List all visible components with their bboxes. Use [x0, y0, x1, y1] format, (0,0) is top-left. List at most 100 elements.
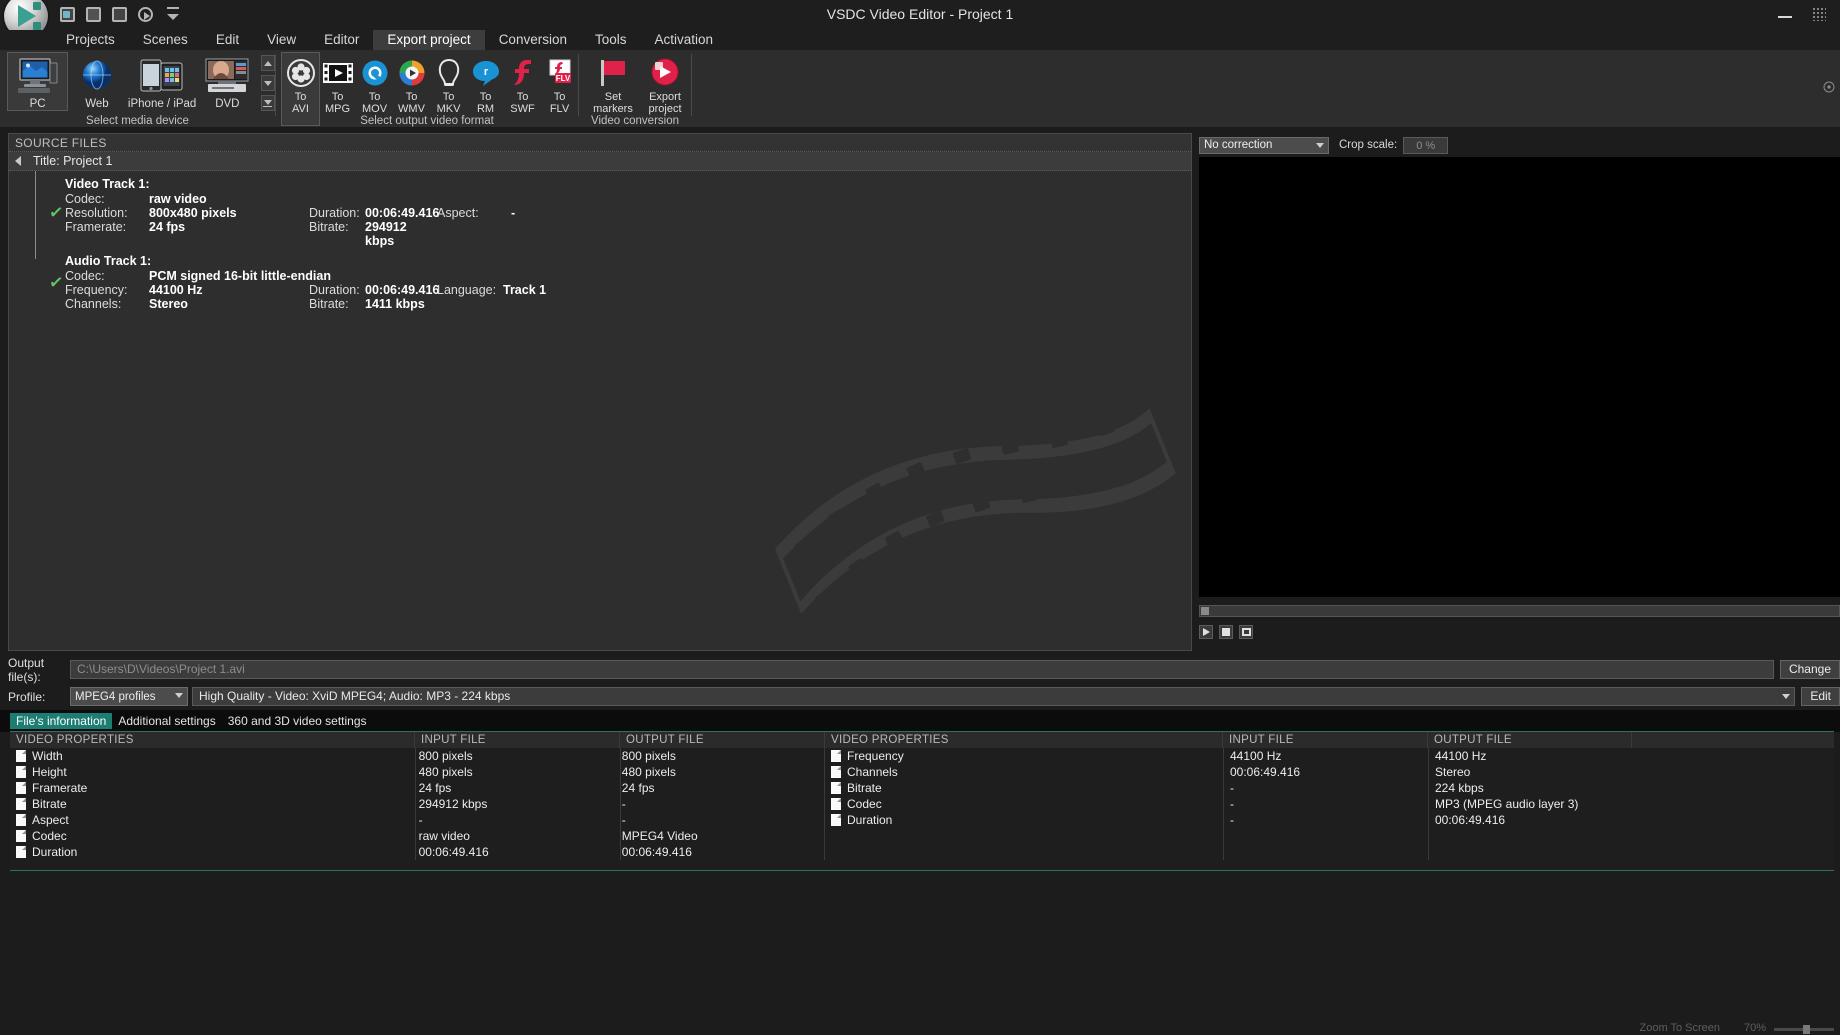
iphone-ipad-icon [127, 56, 198, 96]
profile-value-dropdown[interactable]: High Quality - Video: XviD MPEG4; Audio:… [192, 687, 1795, 706]
preview-timeline-slider[interactable] [1199, 605, 1840, 617]
app-menu-icon[interactable] [1812, 4, 1834, 24]
export-project-line1: Export [649, 91, 681, 103]
set-markers-line1: Set [605, 91, 622, 103]
media-device-group-label: Select media device [0, 115, 275, 127]
chevron-down-icon[interactable] [1779, 690, 1792, 703]
column-divider [1223, 748, 1224, 860]
svg-text:r: r [483, 66, 488, 78]
preview-stop-button[interactable] [1219, 625, 1233, 639]
row-input: 00:06:49.416 [419, 845, 622, 859]
table-row[interactable]: Framerate 24 fps 24 fps [10, 780, 825, 796]
save-project-icon[interactable] [112, 7, 129, 24]
audio-input-file-header: INPUT FILE [1223, 732, 1428, 748]
ribbon-tab-scenes[interactable]: Scenes [129, 30, 202, 50]
table-row[interactable]: Duration 00:06:49.416 00:06:49.416 [10, 844, 825, 860]
preview-timeline-thumb[interactable] [1201, 607, 1209, 615]
edit-profile-button[interactable]: Edit [1801, 687, 1840, 706]
preview-fullscreen-button[interactable] [1239, 625, 1253, 639]
ribbon-tab-projects[interactable]: Projects [52, 30, 129, 50]
ribbon-tab-export-project[interactable]: Export project [373, 30, 484, 50]
zoom-slider-knob[interactable] [1803, 1025, 1810, 1034]
chevron-down-icon[interactable] [1312, 138, 1327, 153]
crop-scale-value[interactable]: 0 % [1403, 137, 1448, 154]
tab-additional-settings[interactable]: Additional settings [112, 713, 221, 729]
table-row[interactable]: Aspect - - [10, 812, 825, 828]
ribbon-tab-view[interactable]: View [253, 30, 310, 50]
column-divider [620, 748, 621, 860]
minimize-button[interactable] [1774, 4, 1796, 24]
file-icon [16, 814, 26, 826]
mkv-icon [430, 55, 467, 91]
vsdc-video-editor-window: VSDC Video Editor - Project 1 Projects S… [0, 0, 1840, 1035]
table-row[interactable]: Bitrate 294912 kbps - [10, 796, 825, 812]
crop-scale-label: Crop scale: [1339, 139, 1397, 151]
source-files-panel: SOURCE FILES Title: Project 1 ✓ Video Tr… [8, 133, 1192, 651]
customize-toolbar-icon[interactable] [164, 7, 181, 24]
chevron-down-icon[interactable] [171, 688, 186, 703]
table-row[interactable]: Codec raw video MPEG4 Video [10, 828, 825, 844]
table-row[interactable]: Bitrate - 224 kbps [825, 780, 1832, 796]
row-property: Codec [32, 829, 419, 843]
device-web-button[interactable]: Web [67, 53, 126, 110]
format-to-mpg-line1: To [332, 91, 344, 103]
audio-codec-value: PCM signed 16-bit little-endian [149, 269, 331, 283]
ribbon-tab-edit[interactable]: Edit [202, 30, 253, 50]
video-track-checkmark-icon[interactable]: ✓ [35, 177, 65, 248]
profile-group-value: MPEG4 profiles [75, 691, 156, 703]
device-expand-button[interactable] [261, 95, 275, 111]
video-bitrate-key: Bitrate: [309, 220, 365, 248]
profile-group-dropdown[interactable]: MPEG4 profiles [70, 687, 188, 706]
preview-play-button[interactable] [1199, 625, 1213, 639]
change-output-button[interactable]: Change [1780, 660, 1840, 679]
preview-canvas[interactable] [1199, 157, 1840, 597]
device-dvd-button[interactable]: DVD [198, 53, 257, 110]
row-input: 480 pixels [419, 765, 622, 779]
table-row[interactable]: Channels 00:06:49.416 Stereo [825, 764, 1832, 780]
set-markers-button[interactable]: Set markers [587, 53, 639, 115]
ribbon-tab-editor[interactable]: Editor [310, 30, 373, 50]
device-scroll-up-button[interactable] [261, 55, 275, 71]
ribbon-tab-conversion[interactable]: Conversion [485, 30, 581, 50]
video-duration-value: 00:06:49.416 [365, 206, 437, 220]
audio-track-checkmark-icon[interactable]: ✓ [35, 254, 65, 311]
export-project-icon [639, 53, 691, 91]
video-codec-value: raw video [149, 192, 309, 206]
open-project-icon[interactable] [86, 7, 103, 24]
table-row[interactable]: Height 480 pixels 480 pixels [10, 764, 825, 780]
chevron-right-icon[interactable] [15, 156, 21, 166]
video-aspect-value: - [493, 206, 515, 220]
row-property: Height [32, 765, 419, 779]
source-files-project-row[interactable]: Title: Project 1 [9, 152, 1191, 171]
profile-row: Profile: MPEG4 profiles High Quality - V… [8, 687, 1840, 706]
audio-bitrate-value: 1411 kbps [365, 297, 437, 311]
device-scroll-down-button[interactable] [261, 75, 275, 91]
window-title: VSDC Video Editor - Project 1 [0, 6, 1840, 22]
ribbon-tab-tools[interactable]: Tools [581, 30, 641, 50]
new-project-icon[interactable] [60, 7, 77, 24]
export-project-button[interactable]: Export project [639, 53, 691, 115]
dvd-icon [198, 56, 257, 96]
ribbon-tab-bar: Projects Scenes Edit View Editor Export … [0, 30, 1840, 50]
tab-files-information[interactable]: File's information [10, 713, 112, 729]
table-row[interactable]: Duration - 00:06:49.416 [825, 812, 1832, 828]
format-to-mov-line2: MOV [362, 103, 387, 115]
device-iphone-ipad-button[interactable]: iPhone / iPad [127, 53, 198, 110]
table-row[interactable]: Codec - MP3 (MPEG audio layer 3) [825, 796, 1832, 812]
device-pc-button[interactable]: PC [8, 53, 67, 110]
table-row[interactable]: Frequency 44100 Hz 44100 Hz [825, 748, 1832, 764]
mpg-filmstrip-icon [319, 55, 356, 91]
output-file-input[interactable]: C:\Users\D\Videos\Project 1.avi [70, 660, 1774, 679]
audio-properties-column: Frequency 44100 Hz 44100 Hz Channels 00:… [825, 748, 1832, 860]
source-files-project-title: Title: Project 1 [33, 154, 112, 168]
table-row[interactable]: Width 800 pixels 800 pixels [10, 748, 825, 764]
play-icon[interactable] [138, 7, 155, 24]
zoom-percent-label: 70% [1744, 1022, 1766, 1034]
avi-reel-icon [282, 55, 319, 91]
tab-360-3d-video-settings[interactable]: 360 and 3D video settings [222, 713, 373, 729]
correction-dropdown[interactable]: No correction [1199, 137, 1329, 154]
ribbon-pin-icon[interactable] [1822, 80, 1836, 94]
file-icon [831, 782, 841, 794]
format-to-avi-line1: To [295, 91, 307, 103]
ribbon-tab-activation[interactable]: Activation [641, 30, 728, 50]
